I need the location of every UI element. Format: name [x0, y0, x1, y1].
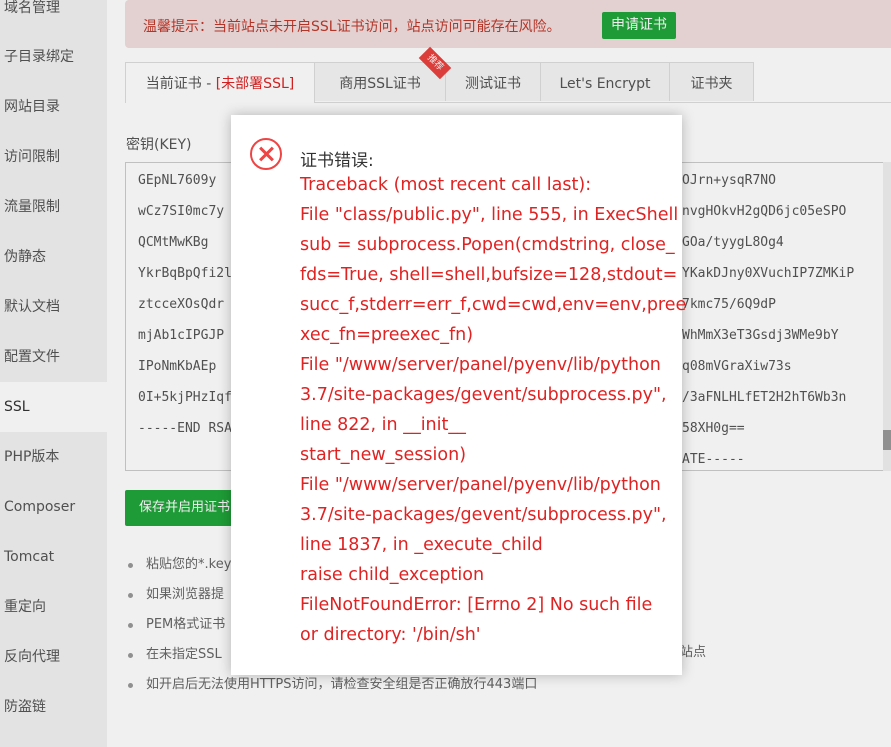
error-line: line 822, in __init__ — [300, 415, 466, 435]
error-line: xec_fn=preexec_fn) — [300, 325, 474, 345]
error-line: sub = subprocess.Popen(cmdstring, close_ — [300, 235, 675, 255]
error-line: succ_f,stderr=err_f,cwd=cwd,env=env,pree — [300, 295, 687, 315]
error-line: FileNotFoundError: [Errno 2] No such fil… — [300, 595, 653, 615]
error-line: 3.7/site-packages/gevent/subprocess.py", — [300, 385, 667, 405]
error-title: 证书错误: — [300, 151, 374, 171]
error-line: 3.7/site-packages/gevent/subprocess.py", — [300, 505, 667, 525]
error-line: File "/www/server/panel/pyenv/lib/python — [300, 475, 661, 495]
error-line: File "class/public.py", line 555, in Exe… — [300, 205, 679, 225]
error-icon — [250, 138, 282, 170]
error-line: start_new_session) — [300, 445, 467, 465]
error-line: Traceback (most recent call last): — [300, 175, 592, 195]
error-line: line 1837, in _execute_child — [300, 535, 543, 555]
error-line: raise child_exception — [300, 565, 485, 585]
error-line: File "/www/server/panel/pyenv/lib/python — [300, 355, 661, 375]
error-line: or directory: '/bin/sh' — [300, 625, 481, 645]
error-dialog: 证书错误: Traceback (most recent call last):… — [231, 115, 686, 675]
error-line: fds=True, shell=shell,bufsize=128,stdout… — [300, 265, 678, 285]
